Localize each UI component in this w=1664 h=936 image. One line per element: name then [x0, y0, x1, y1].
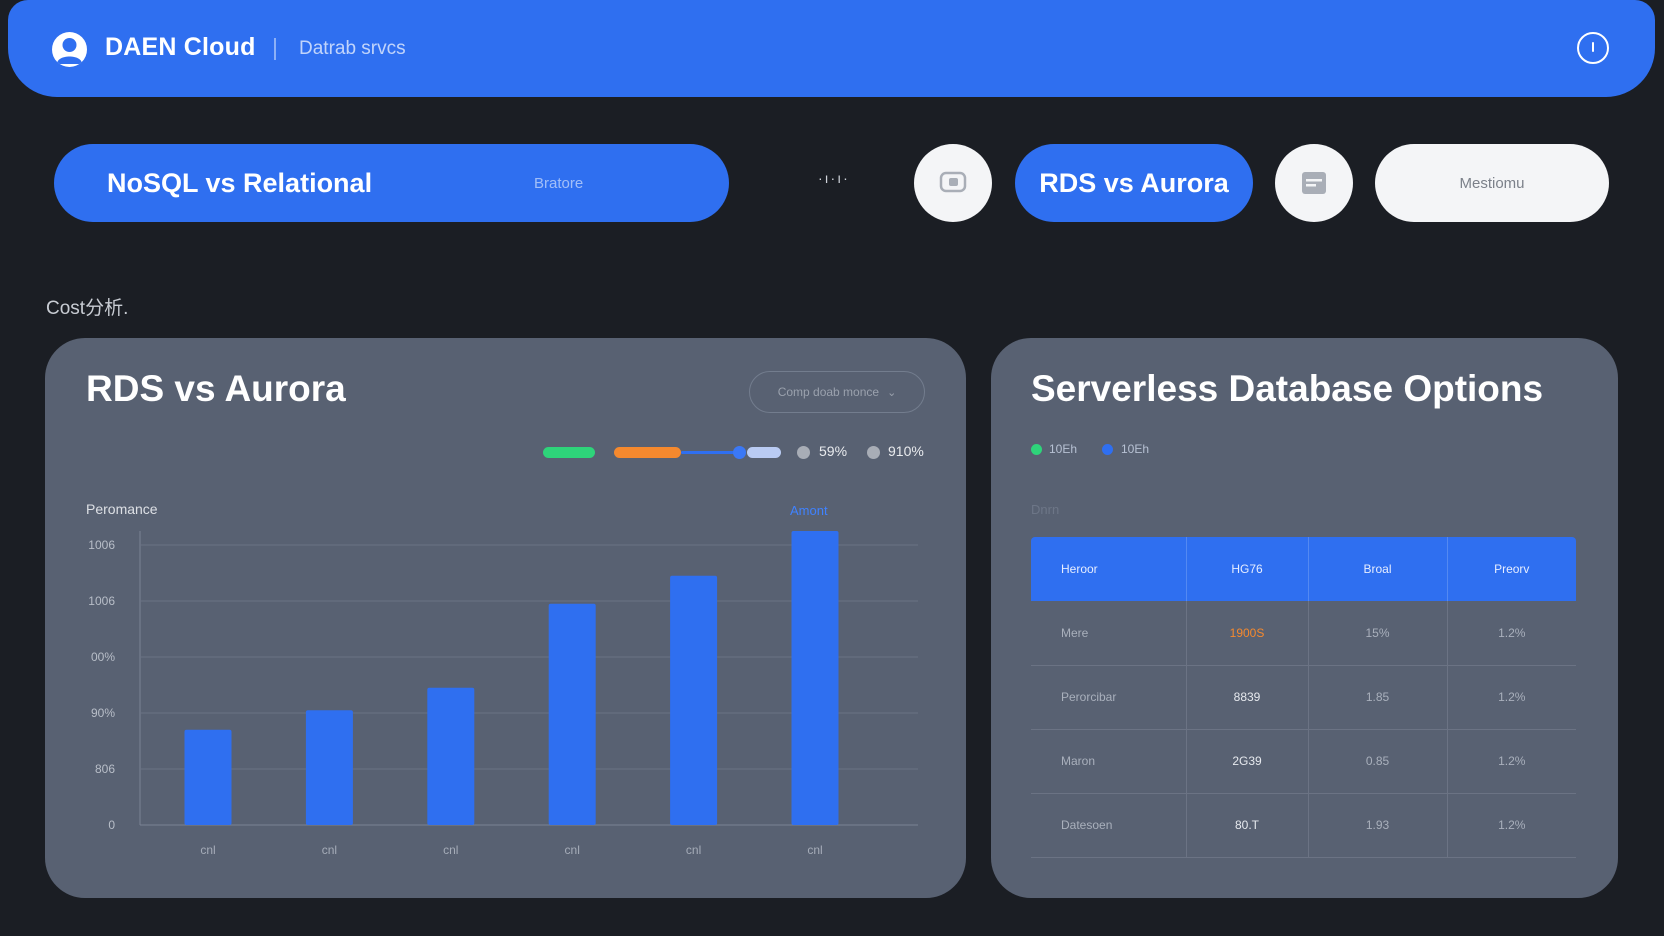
section-label: Cost分析.: [46, 298, 129, 319]
x-tick-label: cnl: [565, 843, 580, 857]
chat-icon: [939, 171, 967, 193]
table-cell: Datesoen: [1031, 793, 1187, 858]
comparison-table: Heroor HG76 Broal Preorv Mere 1900S 15% …: [1031, 537, 1576, 858]
bar[interactable]: [791, 531, 839, 825]
table-row[interactable]: Datesoen 80.T 1.93 1.2%: [1031, 793, 1576, 858]
bar[interactable]: [184, 729, 232, 825]
nosql-tab-sublabel: Bratore: [534, 174, 584, 192]
dashboard-page: DAEN Cloud Datrab srvcs NoSQL vs Relatio…: [0, 0, 1664, 936]
brand-divider: [274, 38, 276, 60]
table-cell: 80.T: [1186, 793, 1309, 858]
mestiomu-tab-label: Mestiomu: [1459, 174, 1525, 192]
table-cell: 0.85: [1308, 729, 1448, 794]
legend-label: 10Eh: [1049, 442, 1078, 456]
legend-dot-green: [1031, 444, 1042, 455]
table-cell: 1.2%: [1447, 793, 1576, 858]
brand-subtitle: Datrab srvcs: [299, 38, 406, 59]
y-tick-label: 0: [108, 818, 115, 832]
table-header-row: Heroor HG76 Broal Preorv: [1031, 537, 1576, 601]
column-header[interactable]: Preorv: [1447, 537, 1576, 601]
y-tick-label: 806: [95, 762, 115, 776]
table-caption: Dnrn: [1031, 502, 1060, 517]
document-icon: [1302, 172, 1326, 194]
table-row[interactable]: Mere 1900S 15% 1.2%: [1031, 601, 1576, 666]
table-row[interactable]: Perorcibar 8839 1.85 1.2%: [1031, 665, 1576, 730]
bar[interactable]: [548, 603, 596, 825]
mestiomu-tab[interactable]: Mestiomu: [1375, 144, 1609, 222]
nosql-vs-relational-tab[interactable]: NoSQL vs Relational Bratore: [54, 144, 729, 222]
table-cell: 1.2%: [1447, 601, 1576, 666]
rds-tab-label: RDS vs Aurora: [1039, 167, 1229, 198]
bar[interactable]: [305, 710, 353, 825]
column-header[interactable]: Broal: [1308, 537, 1448, 601]
serverless-options-card: Serverless Database Options 10Eh 10Eh Dn…: [991, 338, 1618, 898]
table-cell: 15%: [1308, 601, 1448, 666]
table-cell: Perorcibar: [1031, 665, 1187, 730]
top-header: DAEN Cloud Datrab srvcs: [8, 0, 1655, 97]
y-tick-label: 90%: [91, 706, 115, 720]
table-cell: 1.93: [1308, 793, 1448, 858]
chat-button[interactable]: [914, 144, 992, 222]
table-cell: 1.2%: [1447, 665, 1576, 730]
y-tick-label: 1006: [88, 594, 115, 608]
x-tick-label: cnl: [807, 843, 822, 857]
table-cell: Mere: [1031, 601, 1187, 666]
y-tick-label: 00%: [91, 650, 115, 664]
column-header[interactable]: HG76: [1186, 537, 1309, 601]
x-tick-label: cnl: [322, 843, 337, 857]
legend-dot-blue: [1102, 444, 1113, 455]
x-tick-label: cnl: [200, 843, 215, 857]
y-tick-label: 1006: [88, 538, 115, 552]
brand-name: DAEN Cloud: [105, 33, 256, 61]
bar[interactable]: [670, 575, 718, 825]
user-avatar-icon[interactable]: [52, 32, 87, 67]
x-tick-label: cnl: [686, 843, 701, 857]
clock-icon[interactable]: [1577, 32, 1609, 64]
table-cell: 1900S: [1186, 601, 1309, 666]
table-cell: 8839: [1186, 665, 1309, 730]
loading-indicator: ·ı·ı·: [818, 170, 850, 186]
column-header[interactable]: Heroor: [1031, 537, 1187, 601]
table-row[interactable]: Maron 2G39 0.85 1.2%: [1031, 729, 1576, 794]
table-cell: 1.2%: [1447, 729, 1576, 794]
rds-vs-aurora-tab[interactable]: RDS vs Aurora: [1015, 144, 1253, 222]
document-button[interactable]: [1275, 144, 1353, 222]
table-cell: 1.85: [1308, 665, 1448, 730]
nosql-tab-label: NoSQL vs Relational: [107, 167, 373, 198]
table-cell: 2G39: [1186, 729, 1309, 794]
bar[interactable]: [427, 687, 475, 825]
card-title: Serverless Database Options: [1031, 368, 1544, 409]
legend-label: 10Eh: [1121, 442, 1150, 456]
performance-bar-chart: 0 806 90% 00% 1006 1006 cnl cnl cnl cnl cnl cnl: [88, 531, 918, 857]
rds-vs-aurora-card: RDS vs Aurora Comp doab monce ⌄ 59% 910%…: [45, 338, 966, 898]
table-cell: Maron: [1031, 729, 1187, 794]
x-tick-label: cnl: [443, 843, 458, 857]
